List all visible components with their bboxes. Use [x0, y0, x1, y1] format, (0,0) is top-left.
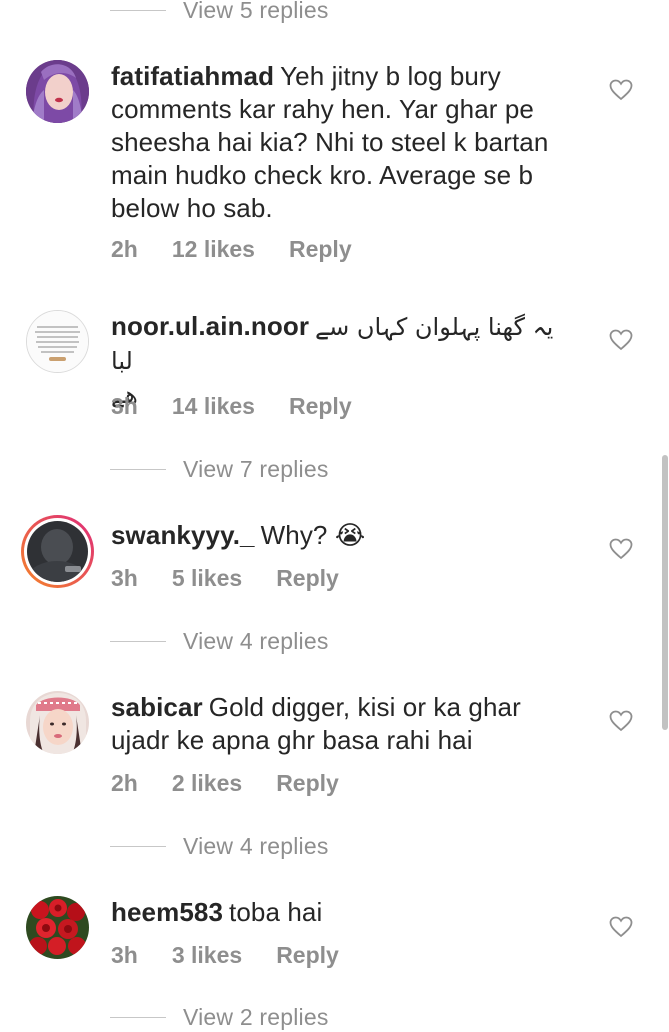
- comment-likes[interactable]: 14 likes: [172, 393, 255, 420]
- reply-button[interactable]: Reply: [276, 770, 339, 797]
- view-replies-button[interactable]: View 4 replies: [110, 626, 329, 656]
- divider-line: [110, 640, 166, 642]
- heart-icon[interactable]: [609, 329, 633, 351]
- comment-body: heem583 toba hai: [111, 896, 571, 929]
- heart-icon[interactable]: [609, 538, 633, 560]
- view-replies-label: View 4 replies: [183, 627, 329, 654]
- view-replies-label: View 4 replies: [183, 832, 329, 859]
- scrollbar[interactable]: [662, 455, 668, 730]
- avatar-noor-ul-ain-noor[interactable]: [26, 310, 89, 373]
- comment-time: 3h: [111, 564, 138, 591]
- avatar-purple-hair-icon: [26, 60, 89, 123]
- comment-text: toba hai: [229, 897, 323, 927]
- avatar-girl-scarf-icon: [26, 691, 89, 754]
- view-replies-button[interactable]: View 4 replies: [110, 831, 329, 861]
- avatar-red-roses-icon: [26, 896, 89, 959]
- comment-body: swankyyy._ Why? 😭: [111, 519, 571, 552]
- comment-body: fatifatiahmad Yeh jitny b log bury commen…: [111, 60, 571, 225]
- comment-text: Why?: [260, 520, 328, 550]
- comment-time: 3h: [111, 941, 138, 968]
- comment-username[interactable]: fatifatiahmad: [111, 61, 274, 91]
- comment-username[interactable]: swankyyy._: [111, 520, 255, 550]
- heart-icon[interactable]: [609, 79, 633, 101]
- avatar-heem583[interactable]: [26, 896, 89, 959]
- reply-button[interactable]: Reply: [289, 236, 352, 263]
- avatar-story-ring-icon: [27, 521, 88, 582]
- comment-time: 2h: [111, 769, 138, 796]
- view-replies-label: View 2 replies: [183, 1003, 329, 1030]
- comment-username[interactable]: sabicar: [111, 692, 203, 722]
- divider-line: [110, 468, 166, 470]
- divider-line: [110, 845, 166, 847]
- comment-likes[interactable]: 3 likes: [172, 942, 242, 969]
- divider-line: [110, 9, 166, 11]
- view-replies-bottom[interactable]: View 2 replies: [110, 1002, 329, 1032]
- reply-button[interactable]: Reply: [276, 942, 339, 969]
- view-replies-label: View 7 replies: [183, 455, 329, 482]
- comment-meta: 3h 14 likes Reply: [111, 391, 386, 421]
- view-replies-button[interactable]: View 7 replies: [110, 454, 329, 484]
- view-replies-label: View 5 replies: [183, 0, 329, 23]
- comment-meta: 2h 2 likes Reply: [111, 768, 373, 798]
- reply-button[interactable]: Reply: [276, 565, 339, 592]
- heart-icon[interactable]: [609, 710, 633, 732]
- comment-username[interactable]: heem583: [111, 897, 223, 927]
- crying-face-emoji: 😭: [334, 520, 366, 550]
- comment-time: 3h: [111, 392, 138, 419]
- comment-likes[interactable]: 5 likes: [172, 565, 242, 592]
- comment-body: sabicar Gold digger, kisi or ka ghar ujad…: [111, 691, 571, 757]
- avatar-quote-image-icon: [27, 311, 88, 372]
- divider-line: [110, 1016, 166, 1018]
- comment-meta: 3h 3 likes Reply: [111, 940, 373, 970]
- avatar-sabicar[interactable]: [26, 691, 89, 754]
- avatar-fatifatiahmad[interactable]: [26, 60, 89, 123]
- comment-likes[interactable]: 12 likes: [172, 236, 255, 263]
- reply-button[interactable]: Reply: [289, 393, 352, 420]
- comment-meta: 3h 5 likes Reply: [111, 563, 373, 593]
- avatar-swankyyy[interactable]: [21, 515, 94, 588]
- heart-icon[interactable]: [609, 916, 633, 938]
- comment-time: 2h: [111, 235, 138, 262]
- story-ring-inner: [24, 518, 91, 585]
- view-replies-top[interactable]: View 5 replies: [110, 0, 329, 25]
- comment-username[interactable]: noor.ul.ain.noor: [111, 311, 309, 341]
- comment-likes[interactable]: 2 likes: [172, 770, 242, 797]
- comment-meta: 2h 12 likes Reply: [111, 234, 386, 264]
